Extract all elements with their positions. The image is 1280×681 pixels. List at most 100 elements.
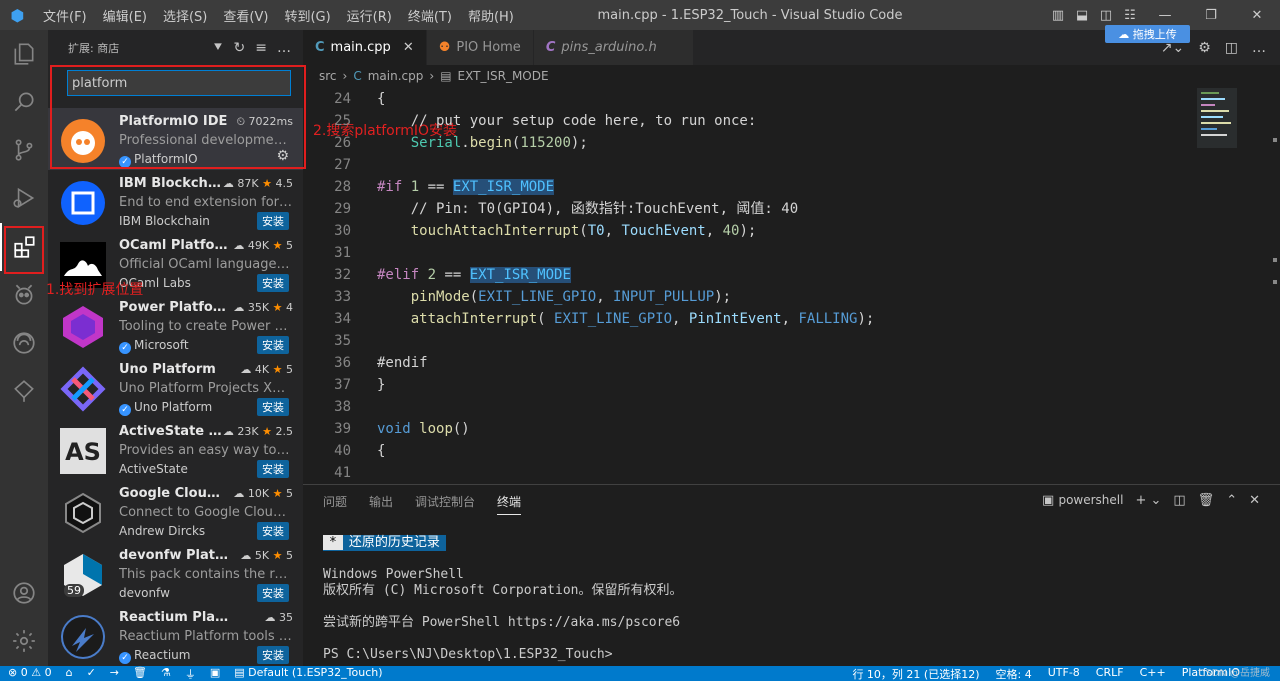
remote-icon[interactable]	[0, 319, 48, 367]
star-icon: ★	[272, 239, 283, 252]
list-item[interactable]: Power Platfor... ☁ 35K ★ 4 Tooling to cr…	[48, 294, 303, 356]
breadcrumb-symbol[interactable]: EXT_ISR_MODE	[458, 69, 549, 83]
menu-help[interactable]: 帮助(H)	[460, 6, 522, 25]
explorer-icon[interactable]	[0, 30, 48, 78]
split-layout-icon[interactable]: ◫	[1094, 8, 1118, 23]
menu-go[interactable]: 转到(G)	[276, 6, 338, 25]
test-flask-icon[interactable]: ⚗	[161, 666, 171, 681]
toggle-panel-icon[interactable]: ⬓	[1070, 8, 1094, 23]
language-mode[interactable]: C++	[1140, 666, 1166, 681]
cloud-upload-button[interactable]: ☁ 拖拽上传	[1105, 25, 1190, 43]
install-button[interactable]: 安装	[257, 398, 289, 416]
close-icon[interactable]: ✕	[403, 40, 414, 55]
menu-run[interactable]: 运行(R)	[339, 6, 400, 25]
code-line: 30 touchAttachInterrupt(T0, TouchEvent, …	[334, 223, 757, 239]
indentation[interactable]: 空格: 4	[996, 666, 1032, 681]
install-button[interactable]: 安装	[257, 646, 289, 664]
toggle-sidebar-icon[interactable]: ▥	[1046, 8, 1070, 23]
install-button[interactable]: 安装	[257, 274, 289, 292]
search-icon[interactable]	[0, 78, 48, 126]
tab-terminal[interactable]: 终端	[497, 493, 522, 515]
extension-publisher: Andrew Dircks	[119, 524, 206, 538]
tab-pins-arduino[interactable]: C pins_arduino.h	[533, 30, 694, 65]
editor-scrollbar[interactable]	[1267, 88, 1280, 484]
terminal-shell-selector[interactable]: ▣ powershell	[1042, 493, 1123, 508]
terminal-output[interactable]: * 还原的历史记录 Windows PowerShell 版权所有 (C) Mic…	[323, 535, 683, 663]
settings-gear-icon[interactable]: ⚙	[1198, 40, 1211, 56]
list-item[interactable]: Google Cloud P... ☁ 10K ★ 5 Connect to G…	[48, 480, 303, 542]
install-button[interactable]: 安装	[257, 336, 289, 354]
serial-plug-icon[interactable]: ⏚	[185, 666, 196, 681]
list-item[interactable]: AS ActiveState Pl... ☁ 23K ★ 2.5 Provide…	[48, 418, 303, 480]
star-icon: ★	[262, 177, 272, 190]
tab-problems[interactable]: 问题	[323, 493, 347, 515]
upload-arrow-icon[interactable]: →	[110, 666, 119, 681]
menu-terminal[interactable]: 终端(T)	[400, 6, 460, 25]
menu-edit[interactable]: 编辑(E)	[95, 6, 155, 25]
filter-icon[interactable]: ⯆	[212, 40, 223, 56]
more-actions-icon[interactable]: …	[1252, 40, 1266, 56]
cursor-position[interactable]: 行 10，列 21 (已选择12)	[852, 666, 979, 681]
install-button[interactable]: 安装	[257, 212, 289, 230]
list-item[interactable]: Reactium Platform ☁ 35 Reactium Platform…	[48, 604, 303, 666]
refresh-icon[interactable]: ↻	[234, 40, 246, 56]
end-of-line[interactable]: CRLF	[1096, 666, 1124, 681]
code-line: 27	[334, 157, 351, 173]
menu-file[interactable]: 文件(F)	[35, 6, 95, 25]
list-item[interactable]: Uno Platform ☁ 4K ★ 5 Uno Platform Proje…	[48, 356, 303, 418]
project-env[interactable]: ▤ Default (1.ESP32_Touch)	[234, 666, 382, 681]
chevron-right-icon: ›	[342, 69, 348, 83]
customize-layout-icon[interactable]: ☷	[1118, 8, 1142, 23]
list-item[interactable]: 59 devonfw Platfor... ☁ 5K ★ 5 This pack…	[48, 542, 303, 604]
clean-trash-icon[interactable]: 🗑	[133, 666, 147, 681]
split-editor-icon[interactable]: ◫	[1225, 40, 1238, 56]
tab-debug-console[interactable]: 调试控制台	[415, 493, 475, 515]
more-icon[interactable]: …	[277, 40, 291, 56]
trash-icon[interactable]: 🗑	[1198, 493, 1215, 508]
install-button[interactable]: 安装	[257, 522, 289, 540]
sidebar-title: 扩展: 商店	[68, 41, 120, 55]
problems-status[interactable]: ⊗ 0 ⚠ 0	[8, 666, 52, 681]
tab-main-cpp[interactable]: C main.cpp ✕	[303, 30, 427, 65]
clear-icon[interactable]: ≡	[255, 40, 267, 56]
minimap[interactable]	[1195, 88, 1267, 484]
close-panel-icon[interactable]: ✕	[1249, 493, 1260, 508]
extension-stats: ☁ 5K ★ 5	[240, 549, 293, 562]
encoding[interactable]: UTF-8	[1048, 666, 1080, 681]
close-window-button[interactable]: ✕	[1234, 8, 1280, 23]
panel-actions: ▣ powershell + ⌄ ◫ 🗑 ⌃ ✕	[1042, 493, 1260, 508]
maximize-button[interactable]: ❐	[1188, 8, 1234, 23]
platformio-icon[interactable]	[0, 271, 48, 319]
account-icon[interactable]	[0, 569, 48, 617]
build-check-icon[interactable]: ✓	[87, 666, 96, 681]
menu-selection[interactable]: 选择(S)	[155, 6, 215, 25]
verified-icon: ✓	[119, 342, 131, 354]
tab-output[interactable]: 输出	[369, 493, 393, 515]
test-icon[interactable]	[0, 367, 48, 415]
split-terminal-icon[interactable]: ◫	[1173, 493, 1185, 508]
run-debug-icon[interactable]	[0, 174, 48, 222]
terminal-status-icon[interactable]: ▣	[210, 666, 220, 681]
list-item[interactable]: IBM Blockchai... ☁ 87K ★ 4.5 End to end …	[48, 170, 303, 232]
source-control-icon[interactable]	[0, 126, 48, 174]
breadcrumb-file[interactable]: main.cpp	[368, 69, 424, 83]
home-icon[interactable]: ⌂	[66, 666, 73, 681]
menu-view[interactable]: 查看(V)	[215, 6, 276, 25]
install-button[interactable]: 安装	[257, 584, 289, 602]
breadcrumb: src › C main.cpp › ▤ EXT_ISR_MODE	[303, 65, 1280, 87]
minimize-button[interactable]: —	[1142, 8, 1188, 23]
code-line: 25 // put your setup code here, to run o…	[334, 113, 757, 129]
breadcrumb-src[interactable]: src	[319, 69, 337, 83]
code-editor[interactable]: 24{ 25 // put your setup code here, to r…	[303, 88, 1193, 484]
extension-stats: ☁ 35	[264, 611, 294, 624]
c-header-file-icon: C	[545, 40, 556, 55]
maximize-panel-icon[interactable]: ⌃	[1226, 493, 1237, 508]
install-button[interactable]: 安装	[257, 460, 289, 478]
tab-pio-home[interactable]: ⚉ PIO Home	[426, 30, 534, 65]
extension-name: OCaml Platform	[119, 238, 229, 253]
cpp-file-icon: C	[315, 40, 325, 55]
new-terminal-icon[interactable]: + ⌄	[1135, 493, 1161, 508]
manage-gear-icon[interactable]	[0, 617, 48, 665]
terminal-prompt: PS C:\Users\NJ\Desktop\1.ESP32_Touch>	[323, 647, 613, 662]
extension-description: Provides an easy way to virt...	[119, 443, 293, 458]
